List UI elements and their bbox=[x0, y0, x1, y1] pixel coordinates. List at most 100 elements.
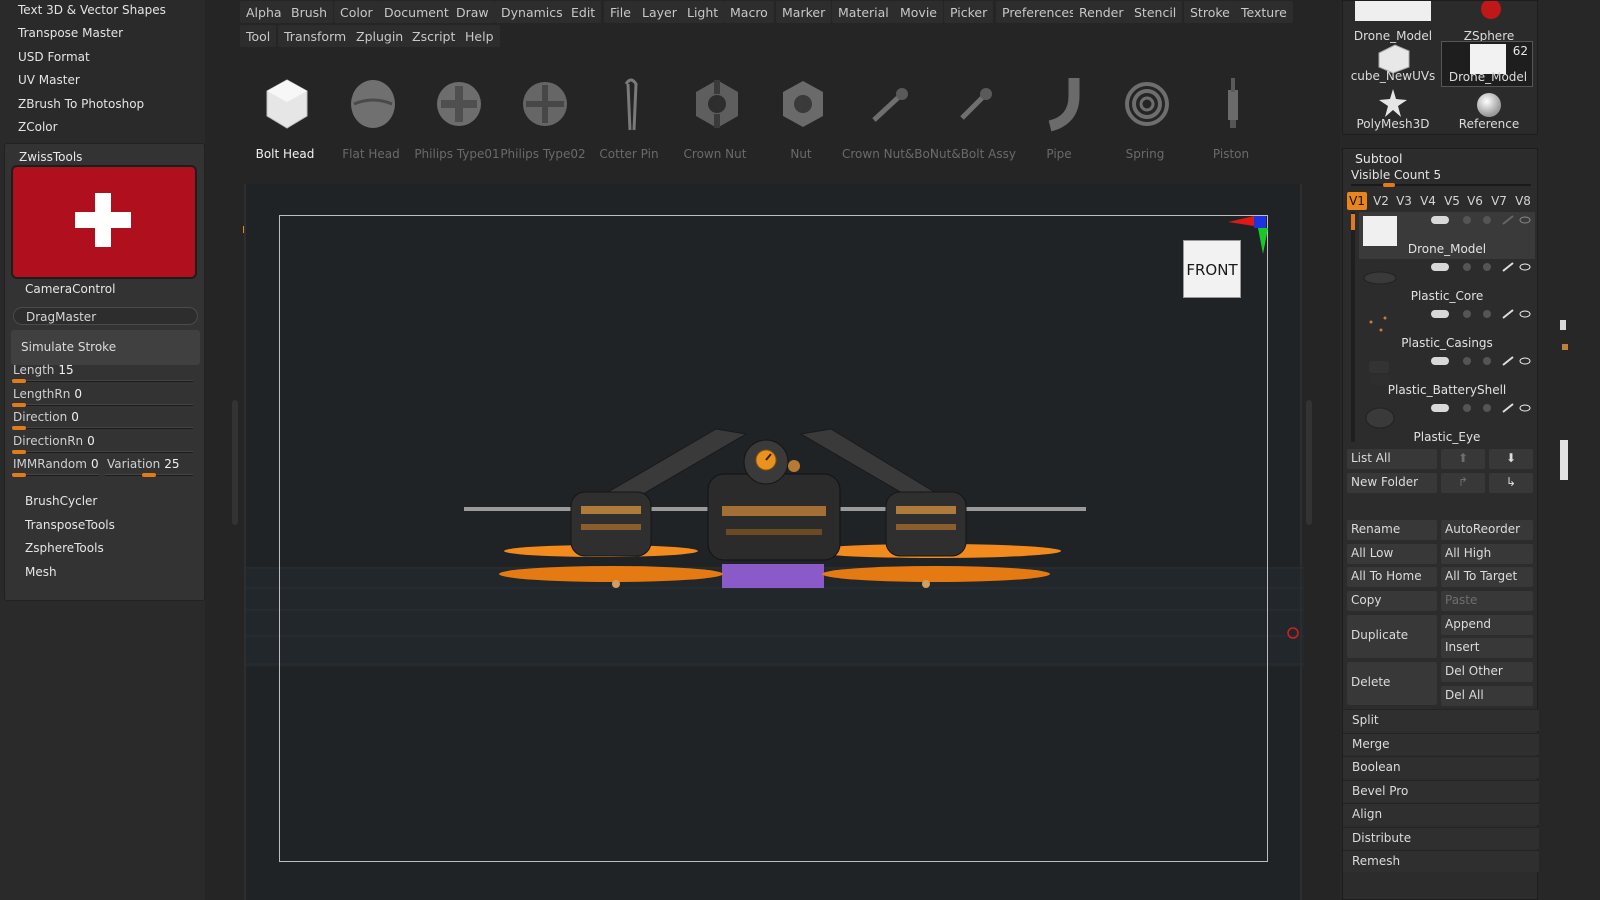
subtool-item[interactable]: Plastic_Core bbox=[1359, 259, 1535, 306]
menu-material[interactable]: Material bbox=[832, 1, 895, 23]
move-down-folder-icon[interactable]: ↳ bbox=[1489, 473, 1533, 493]
move-up-folder-icon[interactable]: ↱ bbox=[1441, 473, 1485, 493]
version-tab-v8[interactable]: V8 bbox=[1513, 192, 1533, 210]
version-tab-v1[interactable]: V1 bbox=[1347, 192, 1367, 210]
slider-knob[interactable] bbox=[12, 379, 26, 383]
menu-marker[interactable]: Marker bbox=[776, 1, 832, 23]
lengthrn-slider[interactable]: LengthRn 0 bbox=[11, 387, 199, 409]
menu-help[interactable]: Help bbox=[459, 25, 500, 47]
transposetools-button[interactable]: TransposeTools bbox=[25, 518, 115, 532]
menu-light[interactable]: Light bbox=[681, 1, 725, 23]
list-all-button[interactable]: List All bbox=[1347, 449, 1437, 469]
menu-picker[interactable]: Picker bbox=[944, 1, 994, 23]
arrow-down-icon[interactable]: ⬇ bbox=[1489, 449, 1533, 469]
slider-knob[interactable] bbox=[12, 426, 26, 430]
visible-count-slider[interactable]: Visible Count 5 bbox=[1351, 168, 1441, 182]
slider-knob[interactable] bbox=[1383, 183, 1395, 187]
version-tab-v2[interactable]: V2 bbox=[1371, 192, 1391, 210]
menu-texture[interactable]: Texture bbox=[1235, 1, 1293, 23]
all-to-home-button[interactable]: All To Home bbox=[1347, 567, 1437, 587]
slider-knob[interactable] bbox=[12, 473, 26, 477]
insert-button[interactable]: Insert bbox=[1441, 638, 1533, 658]
menu-alpha[interactable]: Alpha bbox=[240, 1, 288, 23]
subtool-toggle-icons[interactable] bbox=[1411, 214, 1531, 226]
slider-knob[interactable] bbox=[12, 403, 26, 407]
zspheretools-button[interactable]: ZsphereTools bbox=[25, 541, 104, 555]
thumb-reference[interactable]: Reference bbox=[1443, 89, 1535, 133]
tool-bolt-head[interactable]: Bolt Head bbox=[240, 68, 330, 168]
menu-stencil[interactable]: Stencil bbox=[1128, 1, 1183, 23]
menu-edit[interactable]: Edit bbox=[565, 1, 602, 23]
tool-spring[interactable]: Spring bbox=[1100, 68, 1190, 168]
tool-cotter-pin[interactable]: Cotter Pin bbox=[584, 68, 674, 168]
plugin-usd-format[interactable]: USD Format bbox=[18, 50, 90, 64]
subtool-toggle-icons[interactable] bbox=[1411, 308, 1531, 320]
tool-piston[interactable]: Piston bbox=[1186, 68, 1276, 168]
version-tab-v6[interactable]: V6 bbox=[1465, 192, 1485, 210]
plugin-text3d[interactable]: Text 3D & Vector Shapes bbox=[18, 3, 166, 17]
menu-zscript[interactable]: Zscript bbox=[406, 25, 462, 47]
menu-preferences[interactable]: Preferences bbox=[996, 1, 1082, 23]
slider-knob[interactable] bbox=[142, 473, 156, 477]
menu-dynamics[interactable]: Dynamics bbox=[495, 1, 569, 23]
menu-file[interactable]: File bbox=[604, 1, 637, 23]
new-folder-button[interactable]: New Folder bbox=[1347, 473, 1437, 493]
direction-slider[interactable]: Direction 0 bbox=[11, 410, 199, 432]
subtool-toggle-icons[interactable] bbox=[1411, 402, 1531, 414]
menu-document[interactable]: Document bbox=[378, 1, 455, 23]
variation-slider[interactable]: Variation 25 bbox=[105, 457, 197, 479]
section-distribute[interactable]: Distribute bbox=[1343, 827, 1539, 849]
visible-count-track[interactable] bbox=[1351, 183, 1531, 187]
tool-nut-bolt-assy[interactable]: Nut&Bolt Assy bbox=[928, 68, 1018, 168]
subtool-toggle-icons[interactable] bbox=[1411, 355, 1531, 367]
version-tab-v7[interactable]: V7 bbox=[1489, 192, 1509, 210]
menu-brush[interactable]: Brush bbox=[285, 1, 334, 23]
section-bevel-pro[interactable]: Bevel Pro bbox=[1343, 780, 1539, 802]
subtool-toggle-icons[interactable] bbox=[1411, 261, 1531, 273]
plugin-uv-master[interactable]: UV Master bbox=[18, 73, 80, 87]
duplicate-button[interactable]: Duplicate bbox=[1347, 615, 1437, 658]
subtool-item[interactable]: Plastic_Eye bbox=[1359, 400, 1535, 447]
canvas-viewport[interactable]: FRONT bbox=[244, 184, 1304, 900]
section-split[interactable]: Split bbox=[1343, 709, 1539, 731]
del-other-button[interactable]: Del Other bbox=[1441, 662, 1533, 682]
plugin-transpose-master[interactable]: Transpose Master bbox=[18, 26, 123, 40]
tool-crown-nut[interactable]: Crown Nut bbox=[670, 68, 760, 168]
tool-nut[interactable]: Nut bbox=[756, 68, 846, 168]
scrollbar-thumb[interactable] bbox=[1351, 214, 1355, 230]
menu-macro[interactable]: Macro bbox=[724, 1, 774, 23]
mesh-button[interactable]: Mesh bbox=[25, 565, 57, 579]
section-merge[interactable]: Merge bbox=[1343, 733, 1539, 755]
all-to-target-button[interactable]: All To Target bbox=[1441, 567, 1533, 587]
menu-color[interactable]: Color bbox=[334, 1, 379, 23]
version-tab-v4[interactable]: V4 bbox=[1418, 192, 1438, 210]
all-low-button[interactable]: All Low bbox=[1347, 544, 1437, 564]
simulate-stroke-button[interactable]: Simulate Stroke bbox=[11, 330, 200, 365]
thumb-drone-model[interactable]: Drone_Model bbox=[1347, 1, 1439, 45]
tool-pipe[interactable]: Pipe bbox=[1014, 68, 1104, 168]
tool-crown-nut-bolt[interactable]: Crown Nut&Bol bbox=[842, 68, 933, 168]
autoreorder-button[interactable]: AutoReorder bbox=[1441, 520, 1533, 540]
menu-zplugin[interactable]: Zplugin bbox=[350, 25, 410, 47]
left-tray-handle[interactable] bbox=[232, 400, 238, 525]
menu-tool[interactable]: Tool bbox=[240, 25, 277, 47]
plugin-zcolor[interactable]: ZColor bbox=[18, 120, 58, 134]
subtool-list-scrollbar[interactable] bbox=[1351, 212, 1355, 442]
version-tab-v5[interactable]: V5 bbox=[1442, 192, 1462, 210]
thumb-drone-model-active[interactable]: 62 Drone_Model bbox=[1441, 41, 1533, 87]
plugin-zbrush-to-photoshop[interactable]: ZBrush To Photoshop bbox=[18, 97, 144, 111]
delete-button[interactable]: Delete bbox=[1347, 662, 1437, 705]
version-tab-v3[interactable]: V3 bbox=[1394, 192, 1414, 210]
drag-master-button[interactable]: DragMaster bbox=[13, 307, 198, 325]
camera-control-button[interactable]: CameraControl bbox=[25, 282, 115, 296]
menu-draw[interactable]: Draw bbox=[450, 1, 495, 23]
section-boolean[interactable]: Boolean bbox=[1343, 756, 1539, 778]
zwisstools-title[interactable]: ZwissTools bbox=[19, 150, 82, 164]
menu-transform[interactable]: Transform bbox=[278, 25, 353, 47]
tool-philips-type02[interactable]: Philips Type02 bbox=[498, 68, 588, 168]
directionrn-slider[interactable]: DirectionRn 0 bbox=[11, 434, 199, 456]
menu-stroke[interactable]: Stroke bbox=[1184, 1, 1236, 23]
length-slider[interactable]: Length 15 bbox=[11, 363, 199, 385]
thumb-cube-newuvs[interactable]: cube_NewUVs bbox=[1347, 41, 1439, 85]
slider-knob[interactable] bbox=[12, 450, 26, 454]
